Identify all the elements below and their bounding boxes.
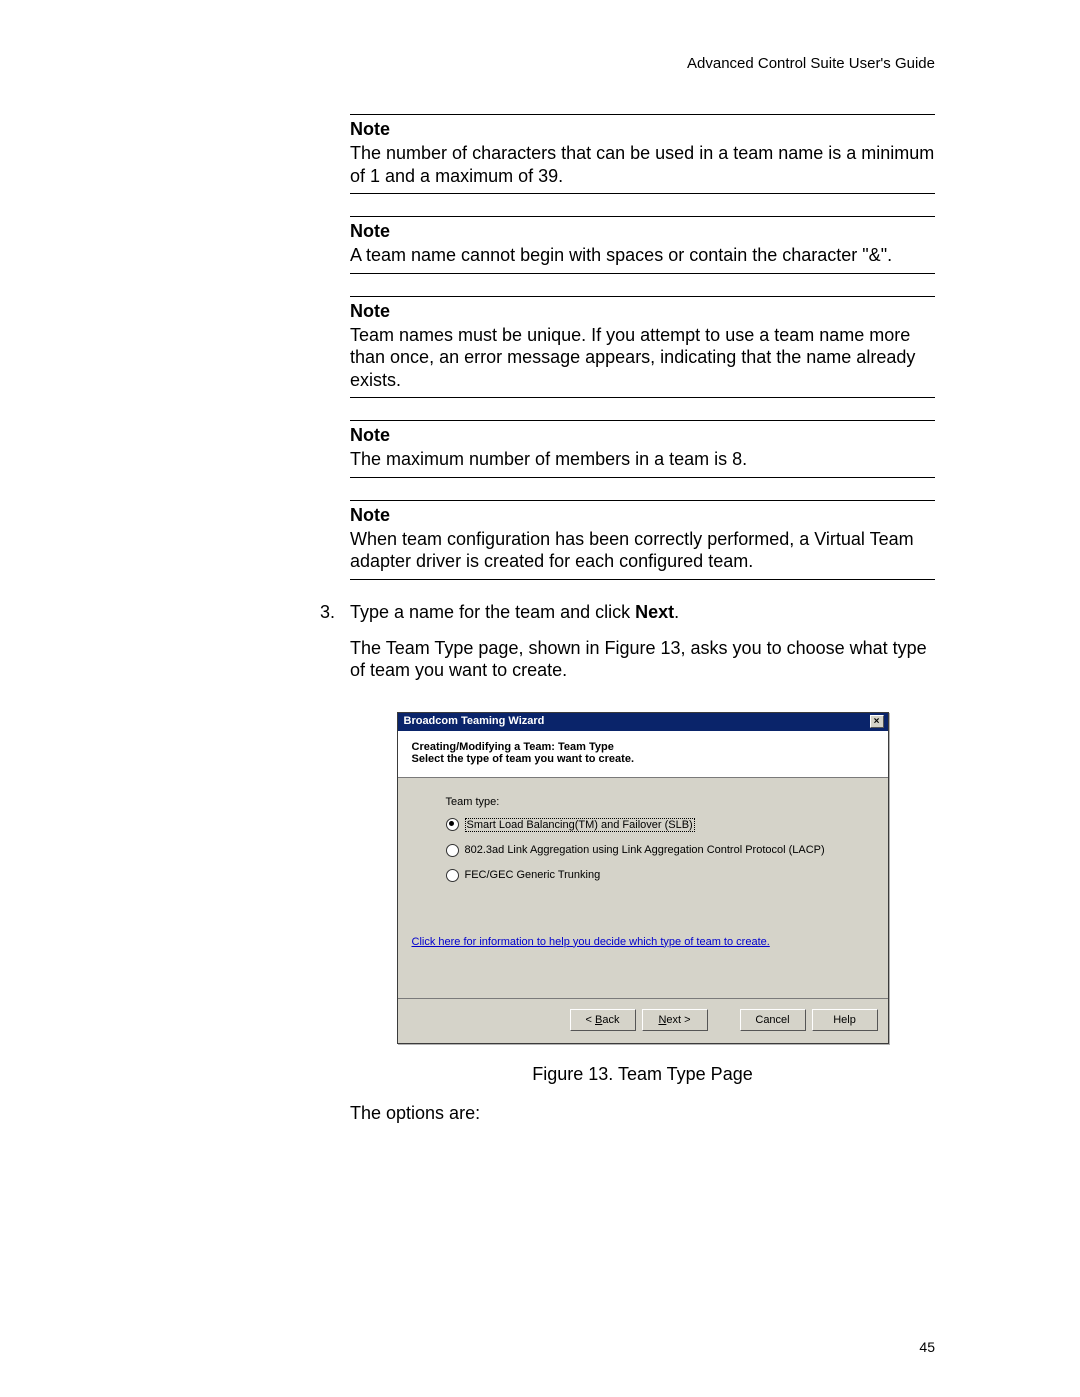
- radio-option-lacp[interactable]: 802.3ad Link Aggregation using Link Aggr…: [446, 844, 874, 857]
- content-column: Note The number of characters that can b…: [350, 114, 935, 1124]
- teaming-wizard-window: Broadcom Teaming Wizard × Creating/Modif…: [397, 712, 889, 1044]
- figure-caption: Figure 13. Team Type Page: [350, 1064, 935, 1085]
- back-rest: ack: [602, 1014, 619, 1026]
- note-body: Team names must be unique. If you attemp…: [350, 324, 935, 392]
- wizard-heading-2: Select the type of team you want to crea…: [412, 753, 874, 765]
- team-type-label: Team type:: [446, 796, 874, 808]
- back-button[interactable]: < Back: [570, 1009, 636, 1031]
- page-number: 45: [919, 1339, 935, 1355]
- note-body: The number of characters that can be use…: [350, 142, 935, 187]
- note-title: Note: [350, 301, 935, 322]
- document-page: Advanced Control Suite User's Guide Note…: [0, 0, 1080, 1397]
- options-intro: The options are:: [290, 1103, 935, 1124]
- step-follow-paragraph: The Team Type page, shown in Figure 13, …: [350, 637, 935, 682]
- note-body: A team name cannot begin with spaces or …: [350, 244, 935, 267]
- wizard-title-text: Broadcom Teaming Wizard: [404, 715, 545, 727]
- radio-icon[interactable]: [446, 844, 459, 857]
- next-rest: ext >: [666, 1014, 690, 1026]
- radio-option-slb[interactable]: Smart Load Balancing(TM) and Failover (S…: [446, 818, 874, 832]
- note-title: Note: [350, 221, 935, 242]
- step-text: Type a name for the team and click Next.: [350, 602, 679, 623]
- step-text-before: Type a name for the team and click: [350, 602, 635, 622]
- note-body: The maximum number of members in a team …: [350, 448, 935, 471]
- note-title: Note: [350, 505, 935, 526]
- wizard-help-link[interactable]: Click here for information to help you d…: [412, 936, 770, 948]
- next-button[interactable]: Next >: [642, 1009, 708, 1031]
- note-title: Note: [350, 425, 935, 446]
- note-body: When team configuration has been correct…: [350, 528, 935, 573]
- radio-label: Smart Load Balancing(TM) and Failover (S…: [465, 818, 695, 832]
- note-block: Note The maximum number of members in a …: [350, 420, 935, 478]
- wizard-header: Creating/Modifying a Team: Team Type Sel…: [398, 731, 888, 778]
- note-block: Note The number of characters that can b…: [350, 114, 935, 194]
- step-number: 3.: [290, 602, 350, 623]
- back-prefix: <: [586, 1014, 595, 1026]
- note-block: Note When team configuration has been co…: [350, 500, 935, 580]
- help-button[interactable]: Help: [812, 1009, 878, 1031]
- radio-label: FEC/GEC Generic Trunking: [465, 869, 601, 881]
- wizard-body: Team type: Smart Load Balancing(TM) and …: [398, 778, 888, 998]
- wizard-heading-1: Creating/Modifying a Team: Team Type: [412, 741, 874, 753]
- note-block: Note Team names must be unique. If you a…: [350, 296, 935, 399]
- radio-icon[interactable]: [446, 818, 459, 831]
- note-title: Note: [350, 119, 935, 140]
- radio-option-fec-gec[interactable]: FEC/GEC Generic Trunking: [446, 869, 874, 882]
- close-icon[interactable]: ×: [870, 715, 884, 728]
- wizard-footer: < Back Next > Cancel Help: [398, 998, 888, 1043]
- wizard-title-bar: Broadcom Teaming Wizard ×: [398, 713, 888, 731]
- radio-label: 802.3ad Link Aggregation using Link Aggr…: [465, 844, 825, 856]
- step-text-bold: Next: [635, 602, 674, 622]
- cancel-button[interactable]: Cancel: [740, 1009, 806, 1031]
- radio-icon[interactable]: [446, 869, 459, 882]
- header-doc-title: Advanced Control Suite User's Guide: [145, 55, 935, 72]
- step-3: 3. Type a name for the team and click Ne…: [290, 602, 935, 623]
- step-text-after: .: [674, 602, 679, 622]
- note-block: Note A team name cannot begin with space…: [350, 216, 935, 274]
